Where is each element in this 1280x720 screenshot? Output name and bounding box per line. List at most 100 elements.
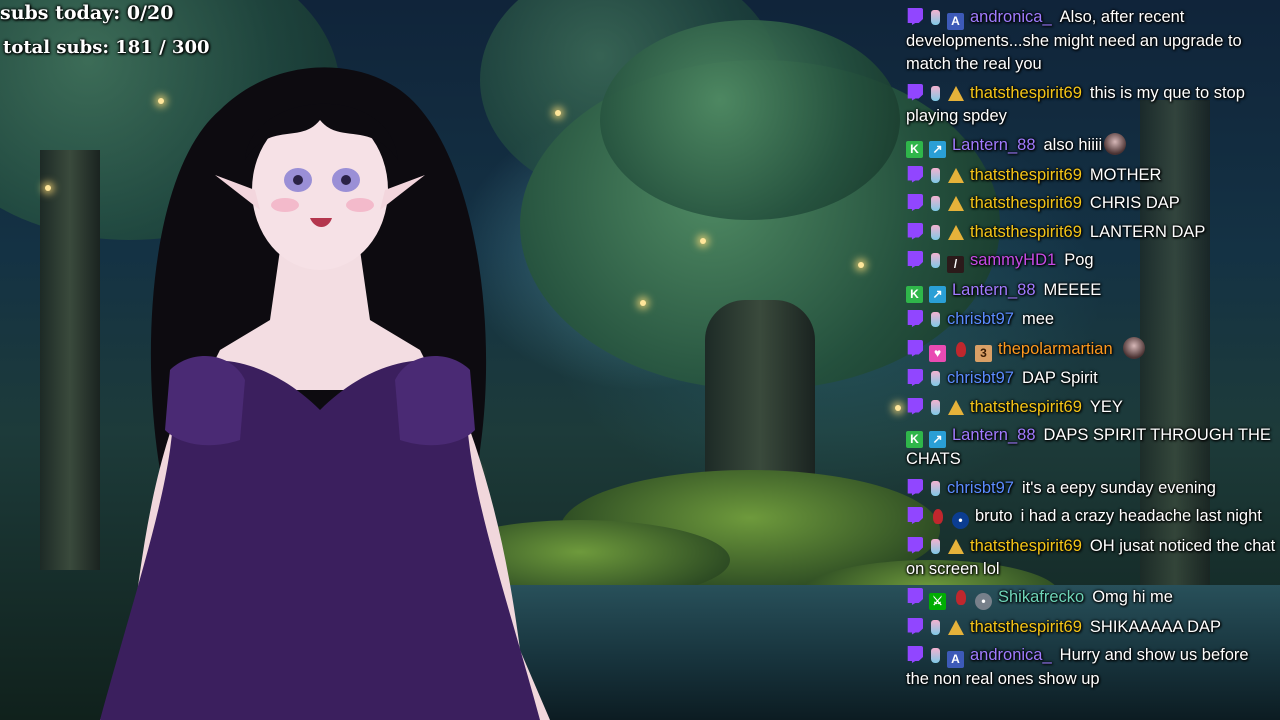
chat-username: andronica_ [970,8,1052,26]
emote-icon [1122,336,1145,359]
chat-username: sammyHD1 [970,251,1057,269]
gold-badge-icon [947,85,964,103]
vtuber-avatar [100,67,550,720]
chat-message: chrisbt97 mee [906,308,1276,331]
gold-badge-icon [947,399,964,417]
chat-message: thatsthespirit69 MOTHER [906,164,1276,187]
chat-text: MOTHER [1089,165,1162,184]
twitch-icon [907,339,923,357]
chat-text: DAP Spirit [1021,369,1098,387]
gold-badge-icon [947,224,964,242]
chat-message: thatsthespirit69 OH jusat noticed the cha… [906,535,1276,581]
twitch-icon [907,194,923,211]
chat-message: chrisbt97 it's a eepy sunday evening [906,477,1276,500]
subs-today-label: subs today: 0/20 [0,2,174,24]
arrow-badge-icon: ↗ [929,431,946,448]
chat-username: thatsthespirit69 [970,165,1082,184]
twitch-icon [907,617,923,635]
chat-username: thatsthespirit69 [970,83,1082,102]
chat-username: thatsthespirit69 [970,194,1082,212]
twitch-icon [907,646,923,663]
kick-icon: K [906,431,923,448]
chat-text: LANTERN DAP [1089,222,1206,241]
chat-message: thatsthespirit69 LANTERN DAP [906,221,1276,244]
bottle-icon [929,371,941,388]
sword-badge-icon: / [947,256,964,273]
bottle-icon [929,619,941,637]
chat-message: thatsthespirit69 CHRIS DAP [906,192,1276,215]
gold-badge-icon [947,196,964,213]
bottle-icon [929,399,941,417]
chat-text: Omg hi me [1092,588,1173,606]
nasa-badge-icon: • [952,512,969,529]
chat-username: chrisbt97 [947,478,1014,497]
chat-message: • bruto i had a crazy headache last night [906,505,1276,529]
chat-message: Aandronica_ Hurry and show us before the … [906,644,1276,691]
chat-text: CHRIS DAP [1089,194,1180,212]
chat-message: thatsthespirit69 this is my que to stop p… [906,82,1276,128]
kick-icon: K [906,285,923,303]
twitch-icon [907,507,923,524]
chat-username: Lantern_88 [952,136,1036,154]
bottle-icon [929,167,941,185]
twitch-icon [907,369,923,386]
twitch-icon [907,251,923,268]
bottle-icon [929,85,941,103]
chat-username: bruto [975,507,1013,525]
emote-icon [1104,133,1127,155]
chat-message: K ↗ Lantern_88 DAPS SPIRIT THROUGH THE CHAT… [906,424,1276,471]
bottle-icon [929,648,941,665]
bottle-icon [929,10,941,27]
number-badge-icon: 3 [975,344,992,362]
chat-username: thatsthespirit69 [970,536,1082,555]
gold-badge-icon [947,167,964,185]
chat-username: Lantern_88 [952,280,1036,299]
red-drop-icon [929,509,946,526]
heart-badge-icon: ♥ [929,344,946,362]
twitch-icon [907,478,923,496]
letter-a-icon: A [947,651,964,668]
chat-username: thatsthespirit69 [970,617,1082,636]
twitch-icon [907,536,923,554]
chat-username: thepolarmartian [998,339,1113,358]
chat-username: thatsthespirit69 [970,222,1082,241]
chat-overlay: Aandronica_ Also, after recent developmen… [906,6,1276,697]
twitch-icon [907,8,923,25]
chat-username: Shikafrecko [998,588,1085,606]
chat-text: MEEEE [1043,280,1102,299]
chat-username: andronica_ [970,646,1052,664]
chat-text: i had a crazy headache last night [1020,507,1262,525]
chat-message: ⚔ • Shikafrecko Omg hi me [906,586,1276,610]
chat-message: thatsthespirit69 SHIKAAAAA DAP [906,616,1276,639]
chat-text: Pog [1064,251,1094,269]
chat-message: chrisbt97 DAP Spirit [906,367,1276,390]
twitch-icon [907,588,923,605]
bottle-icon [929,196,941,213]
gray-badge-icon: • [975,593,992,610]
chat-username: chrisbt97 [947,369,1014,387]
chat-username: Lantern_88 [952,426,1036,444]
chat-text: also hiiii [1043,136,1103,154]
red-drop-icon [952,590,969,607]
bottle-icon [929,480,941,498]
letter-a-icon: A [947,13,964,30]
chat-text: it's a eepy sunday evening [1021,478,1216,497]
arrow-badge-icon: ↗ [929,141,946,158]
twitch-icon [907,165,923,183]
chat-username: thatsthespirit69 [970,397,1082,416]
chat-message: thatsthespirit69 YEY [906,396,1276,419]
chat-text: mee [1021,310,1055,328]
twitch-icon [907,310,923,327]
chat-message: ♥ 3 thepolarmartian [906,336,1276,362]
gold-badge-icon [947,538,964,556]
chat-message: K ↗ Lantern_88 also hiiii [906,133,1276,158]
bottle-icon [929,312,941,329]
gold-badge-icon [947,619,964,637]
bottle-icon [929,538,941,556]
chat-text: SHIKAAAAA DAP [1089,617,1222,636]
mod-sword-icon: ⚔ [929,593,946,610]
arrow-badge-icon: ↗ [929,285,946,303]
chat-text: YEY [1089,397,1123,416]
bottle-icon [929,253,941,270]
chat-message: / sammyHD1 Pog [906,249,1276,273]
